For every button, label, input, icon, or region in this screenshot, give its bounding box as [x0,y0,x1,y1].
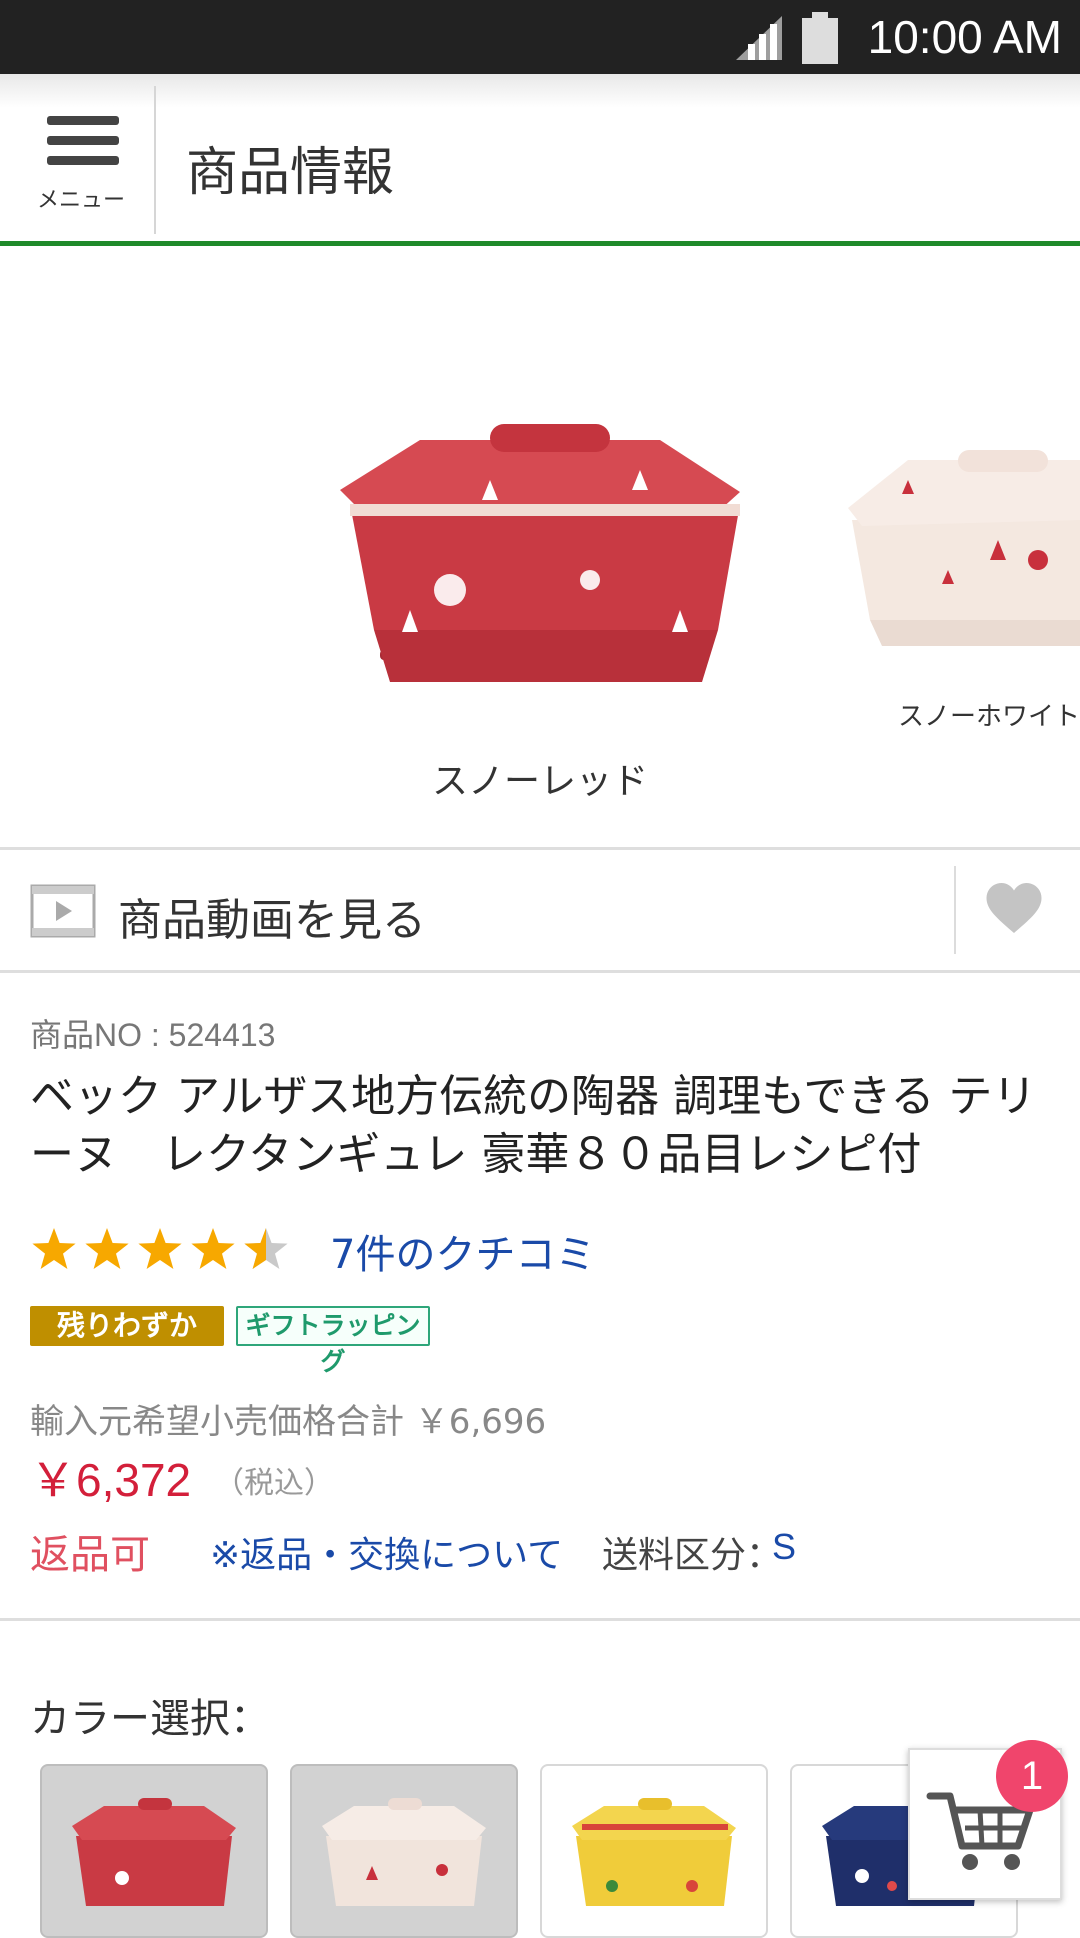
color-swatch-yellow[interactable] [540,1764,768,1938]
swatch-image [322,1798,486,1906]
menu-label: メニュー [36,188,125,213]
star-icon [191,1228,235,1269]
carousel-caption-main: スノーレッド [431,761,648,802]
star-icon [85,1228,129,1269]
status-time: 10:00 AM [867,11,1062,63]
color-swatch-snow-white[interactable] [290,1764,518,1938]
menu-button[interactable]: メニュー [0,86,154,234]
low-stock-badge: 残りわずか [30,1306,224,1346]
star-icon [32,1228,76,1269]
gift-wrapping-badge: ギフトラッピング [236,1306,430,1376]
video-label[interactable]: 商品動画を見る [118,884,426,948]
cart-count-badge: 1 [996,1740,1068,1812]
swatch-image [572,1798,736,1906]
video-icon [30,884,96,938]
header-divider [154,86,156,234]
shipping-class-label: 送料区分： [602,1535,783,1576]
color-swatch-snow-red[interactable] [40,1764,268,1938]
battery-icon [802,12,838,64]
product-number: 商品NO : 524413 [30,1017,276,1053]
header-shadow [0,74,1080,108]
favorite-heart-icon[interactable] [984,880,1044,936]
swatch-image [72,1798,236,1906]
returnable-label: 返品可 [30,1532,150,1578]
product-name: ベック アルザス地方伝統の陶器 調理もできる テリーヌ レクタンギュレ 豪華８０… [30,1071,1037,1180]
return-policy-link[interactable]: ※返品・交換について [210,1526,563,1578]
product-image-snow-red[interactable] [340,420,740,700]
divider [0,970,1080,973]
product-image-snow-white[interactable] [848,450,1080,650]
carousel-caption-side: スノーホワイト [898,702,1080,732]
review-link[interactable]: 7件のクチコミ [330,1222,595,1280]
star-icon [138,1228,182,1269]
color-select-label: カラー選択： [30,1696,270,1742]
page-title: 商品情報 [186,143,395,203]
shipping-class-value[interactable]: S [772,1526,796,1568]
rating-stars [32,1228,288,1269]
header-accent-line [0,241,1080,246]
divider [0,1618,1080,1621]
signal-icon [736,16,782,60]
sale-price: ￥6,372 [30,1454,192,1506]
divider [954,866,956,954]
list-price: 輸入元希望小売価格合計 ￥6,696 [30,1402,547,1442]
tax-note: （税込） [214,1466,334,1501]
